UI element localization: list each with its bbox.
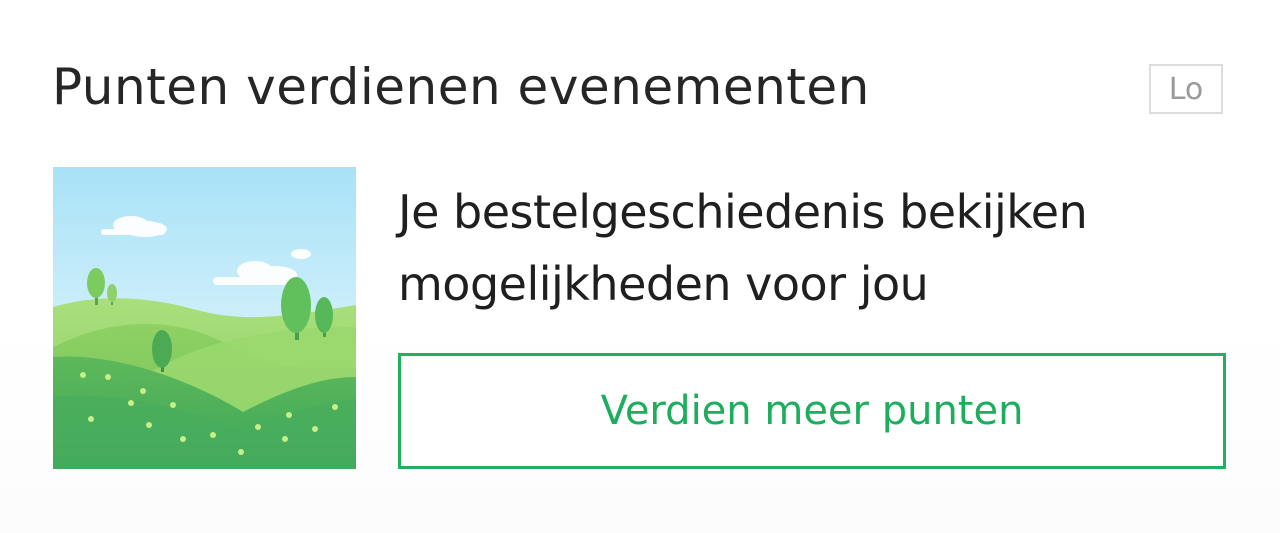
- landscape-illustration-icon: [53, 167, 356, 469]
- page: Punten verdienen evenementen Lo Je beste…: [0, 0, 1280, 533]
- event-thumbnail: [53, 167, 356, 469]
- section-title: Punten verdienen evenementen: [52, 58, 870, 116]
- event-description: Je bestelgeschiedenis bekijken mogelijkh…: [398, 176, 1228, 320]
- badge-button[interactable]: Lo: [1149, 64, 1223, 114]
- description-line-2: mogelijkheden voor jou: [398, 257, 929, 311]
- description-line-1: Je bestelgeschiedenis bekijken: [398, 185, 1088, 239]
- earn-more-points-button[interactable]: Verdien meer punten: [398, 353, 1226, 469]
